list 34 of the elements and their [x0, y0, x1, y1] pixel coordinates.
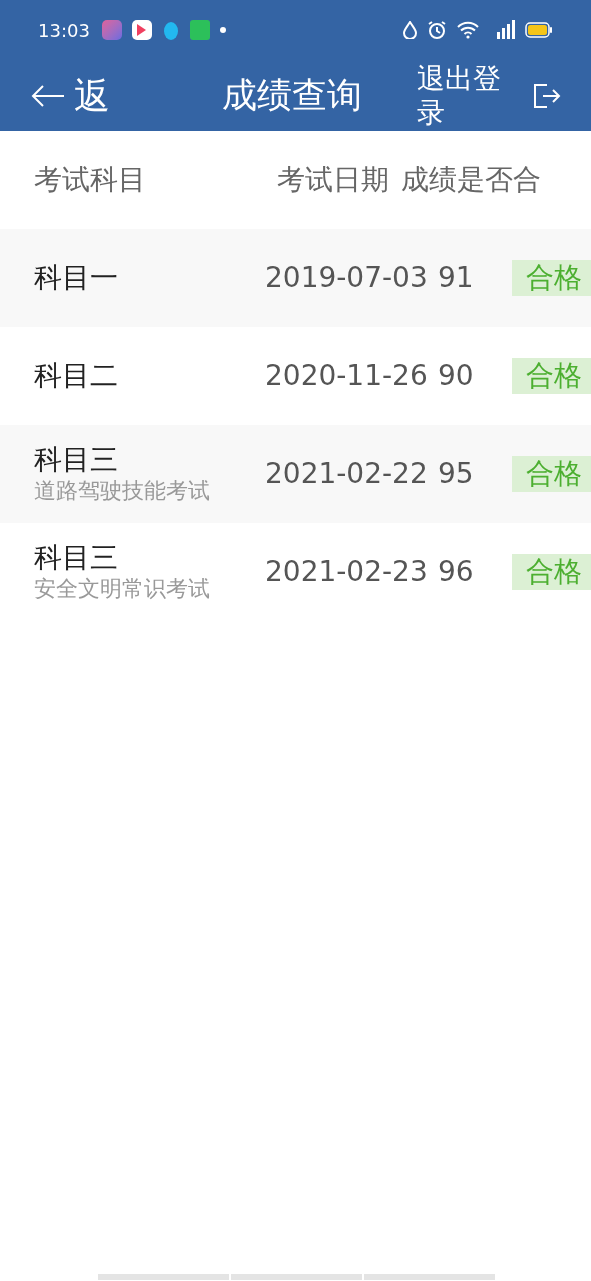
alarm-icon [427, 20, 447, 40]
result-badge: 合格 [512, 358, 591, 394]
score-cell-text: 95 [438, 456, 475, 492]
column-header: 成绩是否合 [401, 162, 541, 198]
drop-icon [403, 21, 417, 39]
back-button[interactable]: 返 [30, 68, 110, 123]
score-cell-text: 90 [438, 358, 475, 394]
result-badge: 合格 [512, 260, 591, 296]
page-title: 成绩查询 [222, 74, 362, 118]
logout-button[interactable]: 退出登录 [417, 61, 561, 130]
result-badge: 合格 [512, 456, 591, 492]
subject-cell-text: 科目三 [34, 541, 119, 575]
score-cell-text: 91 [438, 260, 475, 296]
back-arrow-icon [30, 83, 66, 108]
score-cell-text: 96 [438, 554, 475, 590]
logout-icon [533, 82, 561, 109]
status-time: 13:03 [38, 18, 90, 43]
subject-cell-text: 科目一 [34, 261, 119, 295]
chat-app-icon [189, 20, 210, 40]
subject-description: 安全文明常识考试 [34, 575, 211, 603]
date-cell-text: 2021-02-22 [265, 456, 429, 492]
result-badge: 合格 [512, 554, 591, 590]
date-cell-text: 2021-02-23 [265, 554, 429, 590]
app-icon [101, 20, 122, 40]
battery-icon [525, 22, 553, 38]
column-header: 考试日期 [277, 162, 389, 198]
subject-description: 道路驾驶技能考试 [34, 477, 211, 505]
date-cell-text: 2019-07-03 [265, 260, 429, 296]
video-app-icon [131, 20, 152, 40]
wifi-icon [457, 21, 479, 39]
column-header: 考试科目 [34, 162, 147, 198]
date-cell-text: 2020-11-26 [265, 358, 429, 394]
subject-cell-text: 科目三 [34, 443, 119, 477]
subject-cell-text: 科目二 [34, 359, 119, 393]
